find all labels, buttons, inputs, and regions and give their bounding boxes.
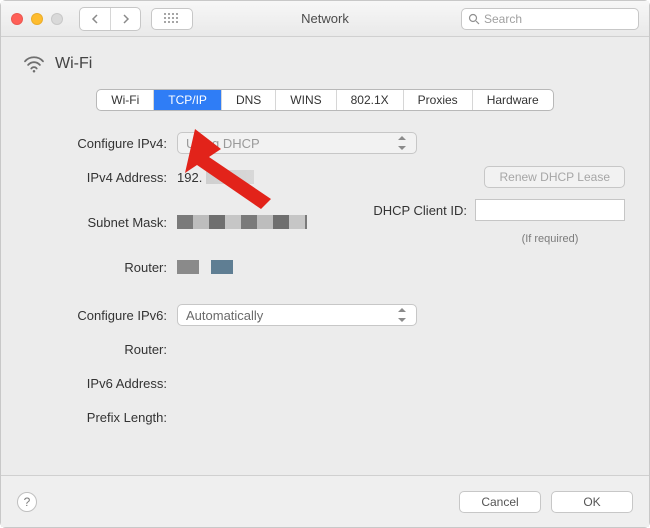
dhcp-client-id-input[interactable] [475,199,625,221]
router-value [177,260,233,275]
tab-8021x[interactable]: 802.1X [336,90,403,110]
network-preferences-window: Network Wi-Fi Wi-Fi TCP/IP DNS WINS 802.… [0,0,650,528]
redacted-value [206,170,254,184]
configure-ipv6-value: Automatically [186,308,263,323]
configure-ipv6-select[interactable]: Automatically [177,304,417,326]
updown-arrows-icon [398,308,408,322]
ipv6-address-label: IPv6 Address: [25,376,177,391]
zoom-window-button[interactable] [51,13,63,25]
close-window-button[interactable] [11,13,23,25]
chevron-left-icon [91,14,99,24]
window-controls [11,13,63,25]
tab-tcpip[interactable]: TCP/IP [153,90,221,110]
dhcp-client-id-hint: (If required) [475,233,625,245]
configure-ipv4-select[interactable]: Using DHCP [177,132,417,154]
router6-label: Router: [25,342,177,357]
redacted-value [211,260,233,274]
ok-button[interactable]: OK [551,491,633,513]
tcpip-form: Configure IPv4: Using DHCP IPv4 Address:… [1,131,649,429]
subnet-mask-value [177,215,307,230]
chevron-right-icon [122,14,130,24]
search-icon [468,13,480,25]
tab-hardware[interactable]: Hardware [472,90,553,110]
redacted-value [177,215,307,229]
ipv4-address-prefix: 192. [177,170,202,185]
subnet-mask-label: Subnet Mask: [25,215,177,230]
tab-wifi[interactable]: Wi-Fi [97,90,153,110]
configure-ipv6-label: Configure IPv6: [25,308,177,323]
grid-icon [164,13,180,25]
minimize-window-button[interactable] [31,13,43,25]
tab-proxies[interactable]: Proxies [403,90,472,110]
cancel-button[interactable]: Cancel [459,491,541,513]
renew-dhcp-lease-button[interactable]: Renew DHCP Lease [484,166,625,188]
configure-ipv4-label: Configure IPv4: [25,136,177,151]
section-title: Wi-Fi [55,55,92,73]
back-button[interactable] [80,8,110,30]
redacted-value [177,260,199,274]
configure-ipv4-value: Using DHCP [186,136,260,151]
help-button[interactable]: ? [17,492,37,512]
ipv4-address-label: IPv4 Address: [25,170,177,185]
tab-dns[interactable]: DNS [221,90,275,110]
tab-wins[interactable]: WINS [275,90,335,110]
content-area: Wi-Fi Wi-Fi TCP/IP DNS WINS 802.1X Proxi… [1,37,649,475]
router-label: Router: [25,260,177,275]
wifi-icon [23,55,45,73]
search-input[interactable] [484,12,639,26]
nav-history [79,7,141,31]
section-header: Wi-Fi [1,37,649,83]
search-field-wrapper[interactable] [461,8,639,30]
forward-button[interactable] [110,8,140,30]
titlebar: Network [1,1,649,37]
tab-bar: Wi-Fi TCP/IP DNS WINS 802.1X Proxies Har… [96,89,553,111]
prefix-length-label: Prefix Length: [25,410,177,425]
updown-arrows-icon [398,136,408,150]
show-all-button[interactable] [151,8,193,30]
ipv4-address-value: 192. [177,170,254,185]
dhcp-client-id-label: DHCP Client ID: [373,203,467,218]
footer: ? Cancel OK [1,475,649,527]
